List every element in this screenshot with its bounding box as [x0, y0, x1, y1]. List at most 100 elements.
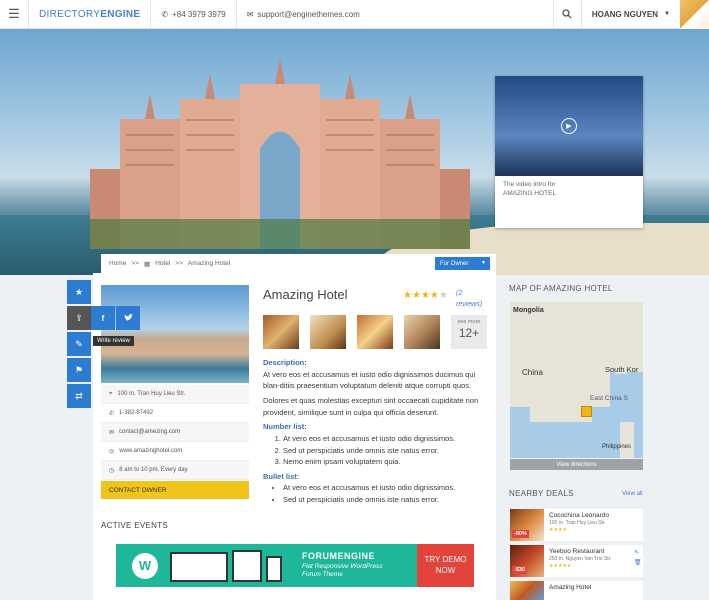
hours-text: 8 am to 10 pm. Every day [119, 467, 188, 473]
wordpress-logo-icon: W [132, 552, 158, 579]
deal-image: -$30 [510, 545, 544, 577]
listing-title: Amazing Hotel [263, 287, 348, 302]
site-logo[interactable]: DIRECTORY ENGINE [29, 0, 152, 29]
try-demo-button[interactable]: TRY DEMO NOW [417, 544, 474, 587]
user-menu[interactable]: HOANG NGUYEN ▼ [580, 0, 680, 29]
search-icon[interactable] [552, 0, 581, 29]
description-label: Description: [263, 358, 307, 368]
banner-subtitle-2: Forum Theme [302, 571, 343, 579]
share-button[interactable]: ⇪ [67, 306, 91, 330]
forumengine-ad-banner[interactable]: W FORUMENGINE Flat Responsive WordPress … [116, 544, 474, 587]
hours-row: ◷ 8 am to 10 pm. Every day [101, 461, 249, 480]
list-item: At vero eos et accusamus et iusto odio d… [283, 482, 488, 494]
description-paragraph-1: At vero eos et accusamus et iusto odio d… [263, 369, 476, 391]
deal-info: Amazing Hotel [544, 581, 596, 600]
play-icon[interactable]: ▶ [561, 118, 577, 134]
location-map[interactable]: Mongolia China South Kor East China S Ph… [510, 302, 643, 458]
star-icon: ★ [429, 290, 439, 301]
banner-text: FORUMENGINE Flat Responsive WordPress Fo… [302, 551, 383, 580]
deal-rating-stars: ★★★★★ [549, 562, 572, 569]
twitter-share-button[interactable] [116, 306, 140, 330]
discount-badge: -$30 [512, 566, 528, 574]
banner-title: FORUMENGINE [302, 551, 375, 562]
hamburger-menu-icon[interactable]: ☰ [0, 0, 29, 29]
rating-stars: ★★★★★ [403, 288, 448, 304]
claim-button[interactable]: ⇄ [67, 384, 91, 408]
video-intro-card[interactable]: ▶ The video intro for AMAZING HOTEL [495, 76, 643, 228]
bullet-list-label: Bullet list: [263, 471, 300, 481]
write-review-button[interactable]: ✎ [67, 332, 91, 356]
star-icon: ★ [411, 290, 421, 301]
website-text: www.amazinghotel.com [119, 448, 183, 454]
report-flag-button[interactable]: ⚑ [67, 358, 91, 382]
gallery-thumb[interactable] [357, 315, 393, 350]
deal-edit-tools: ✎ 🗑 [634, 549, 642, 568]
delete-trash-icon[interactable]: 🗑 [634, 559, 642, 569]
gallery-thumb[interactable] [310, 315, 346, 350]
breadcrumb: Home >> ▦ Hotel >> Amazing Hotel For Own… [101, 254, 496, 273]
address-text: 100 m. Tran Huy Lieu Str. [117, 391, 186, 397]
hotel-building-illustration [90, 59, 470, 249]
header-email[interactable]: ✉ support@enginethemes.com [237, 0, 370, 29]
email-text: contact@amezing.com [119, 429, 181, 435]
bullet-list: At vero eos et accusamus et iusto odio d… [263, 482, 488, 505]
edit-pencil-icon[interactable]: ✎ [634, 549, 642, 559]
hero-image: ▶ The video intro for AMAZING HOTEL [0, 29, 709, 275]
deal-address: 100 m. Tran Huy Lieu Str. [549, 520, 606, 527]
discount-badge: -50% [512, 530, 529, 538]
listing-photo[interactable] [101, 285, 249, 383]
list-item: Nemo enim ipsam voluptatem quia. [283, 456, 488, 468]
photo-gallery: see more 12+ [263, 315, 488, 350]
phone-icon: ✆ [161, 9, 169, 19]
caret-down-icon: ▼ [481, 260, 486, 266]
list-item: Sed ut perspiciatis unde omnis iste natu… [283, 445, 488, 457]
deal-name: Yeeboo Restaurant [549, 548, 605, 555]
breadcrumb-category[interactable]: Hotel [155, 260, 170, 267]
deal-item[interactable]: -$30 Yeeboo Restaurant 250 m. Nguyen Van… [510, 545, 643, 577]
description-paragraph-2: Dolores et quas molestias excepturi sint… [263, 396, 479, 417]
building-icon: ▦ [143, 260, 151, 268]
map-title: MAP OF AMAZING HOTEL [509, 284, 613, 293]
logo-text-directory: DIRECTORY [39, 8, 101, 20]
gallery-thumb[interactable] [263, 315, 299, 350]
deal-item[interactable]: Amazing Hotel [510, 581, 643, 600]
map-label-east-china-sea: East China S [590, 395, 628, 402]
see-more-photos-button[interactable]: see more 12+ [451, 315, 487, 350]
email-row[interactable]: ✉ contact@amezing.com [101, 423, 249, 442]
mail-icon: ✉ [246, 9, 254, 19]
write-review-tooltip: Write review [93, 336, 134, 346]
star-icon: ★ [420, 290, 430, 301]
facebook-share-button[interactable]: f [91, 306, 115, 330]
number-list: At vero eos et accusamus et iusto odio d… [263, 433, 488, 468]
top-navbar: ☰ DIRECTORY ENGINE ✆ +84 3979 3979 ✉ supp… [0, 0, 709, 29]
avatar[interactable] [680, 0, 709, 29]
website-row[interactable]: ◎ www.amazinghotel.com [101, 442, 249, 461]
list-item: At vero eos et accusamus et iusto odio d… [283, 433, 488, 445]
globe-icon: ◎ [109, 448, 115, 455]
reviews-link[interactable]: (2 reviews) [456, 289, 488, 311]
for-owner-dropdown[interactable]: For Owner ▼ [435, 257, 490, 270]
location-pin-icon: ⌖ [109, 390, 113, 397]
video-caption: The video intro for AMAZING HOTEL [495, 176, 643, 204]
list-item: Sed ut perspiciatis unde omnis iste natu… [283, 494, 488, 506]
view-directions-button[interactable]: View directions [510, 459, 643, 470]
video-caption-line1: The video intro for [503, 181, 556, 188]
contact-owner-button[interactable]: CONTACT OWNER [101, 481, 249, 499]
gallery-thumb[interactable] [404, 315, 440, 350]
for-owner-label: For Owner [440, 260, 469, 267]
view-all-deals-link[interactable]: View all [622, 491, 643, 497]
phone-row: ✆ 1-382-87492 [101, 404, 249, 423]
breadcrumb-home[interactable]: Home [109, 260, 126, 267]
see-more-label: see more [457, 319, 481, 326]
address-row: ⌖ 100 m. Tran Huy Lieu Str. [101, 385, 249, 404]
deal-rating-stars: ★★★★ [549, 526, 567, 533]
phone-text: 1-382-87492 [119, 410, 154, 416]
right-sidebar: MAP OF AMAZING HOTEL Mongolia China Sout… [496, 275, 709, 600]
map-pin-icon[interactable] [581, 406, 592, 417]
video-caption-line2: AMAZING HOTEL [503, 189, 557, 197]
map-label-china: China [522, 368, 543, 377]
video-thumbnail[interactable]: ▶ [495, 76, 643, 176]
breadcrumb-separator: >> [175, 260, 183, 267]
favorite-star-button[interactable]: ★ [67, 280, 91, 304]
deal-item[interactable]: -50% Cocochina Leonardo 100 m. Tran Huy … [510, 509, 643, 541]
